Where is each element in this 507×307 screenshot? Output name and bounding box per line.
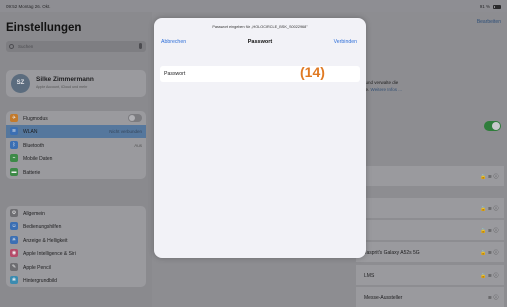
sidebar-item-anzeige[interactable]: ☀ Anzeige & Helligkeit bbox=[6, 233, 146, 247]
accessibility-icon: ☺ bbox=[10, 222, 18, 231]
step-annotation: (14) bbox=[300, 64, 325, 80]
sidebar-item-value: Nicht verbunden bbox=[109, 129, 142, 134]
network-row[interactable]: LMS 🔒≋ⓘ bbox=[356, 265, 504, 285]
connect-button[interactable]: Verbinden bbox=[334, 39, 357, 45]
sidebar-item-label: Allgemein bbox=[23, 210, 45, 217]
sidebar-item-bluetooth[interactable]: ᛒ Bluetooth Aus bbox=[6, 138, 146, 152]
lock-icon: 🔒 bbox=[480, 227, 488, 234]
antenna-icon: ⌁ bbox=[10, 154, 18, 163]
lock-icon: 🔒 bbox=[480, 249, 488, 256]
microphone-icon[interactable] bbox=[139, 43, 142, 49]
sidebar-item-batterie[interactable]: ▬ Batterie bbox=[6, 165, 146, 179]
network-name: Messe-Aussteller bbox=[364, 294, 403, 301]
sidebar-item-label: Apple Pencil bbox=[23, 264, 51, 271]
info-icon[interactable]: ⓘ bbox=[493, 249, 500, 256]
profile-card[interactable]: SZ Silke Zimmermann Apple Account, iClou… bbox=[6, 70, 146, 97]
status-right: 91 % bbox=[480, 4, 501, 9]
gear-icon: ⚙ bbox=[10, 208, 18, 217]
network-icons: 🔒≋ⓘ bbox=[480, 227, 500, 234]
network-row[interactable]: 🔒≋ⓘ bbox=[356, 220, 504, 240]
network-icons: ≋ⓘ bbox=[488, 294, 500, 301]
sidebar-item-label: Bedienungshilfen bbox=[23, 224, 62, 230]
sidebar-item-label: Mobile Daten bbox=[23, 156, 53, 162]
airplane-icon: ✈ bbox=[10, 113, 18, 122]
sidebar-item-label: Hintergrundbild bbox=[23, 278, 57, 284]
search-icon bbox=[9, 43, 14, 49]
sidebar-item-hintergrundbild[interactable]: ❀ Hintergrundbild bbox=[6, 274, 146, 288]
siri-icon: ◉ bbox=[10, 249, 18, 258]
sidebar-title: Einstellungen bbox=[6, 22, 82, 34]
sidebar-item-flugmodus[interactable]: ✈ Flugmodus bbox=[6, 111, 146, 125]
battery-icon bbox=[493, 4, 501, 9]
network-row[interactable]: 🔒≋ⓘ bbox=[356, 198, 504, 218]
info-icon[interactable]: ⓘ bbox=[493, 173, 500, 180]
search-input[interactable]: Suchen bbox=[6, 41, 146, 52]
network-icons: 🔒≋ⓘ bbox=[480, 173, 500, 180]
edit-button[interactable]: Bearbeiten bbox=[477, 19, 501, 25]
sidebar-item-wlan[interactable]: ≋ WLAN Nicht verbunden bbox=[6, 124, 146, 138]
lock-icon: 🔒 bbox=[480, 272, 488, 279]
info-icon[interactable]: ⓘ bbox=[493, 227, 500, 234]
wlan-toggle[interactable] bbox=[484, 121, 501, 131]
sidebar-item-apple-pencil[interactable]: ✎ Apple Pencil bbox=[6, 260, 146, 274]
password-label: Passwort bbox=[164, 71, 186, 77]
battery-percent: 91 % bbox=[479, 4, 490, 9]
sidebar-item-label: Bluetooth bbox=[23, 142, 45, 149]
sidebar-item-label: WLAN bbox=[23, 129, 38, 135]
sidebar-item-value: Aus bbox=[134, 142, 142, 148]
network-name: LMS bbox=[364, 272, 375, 279]
password-input[interactable] bbox=[200, 68, 300, 80]
ipad-screen: 09:52 Montag 26. Okt. 91 % Einstellungen… bbox=[0, 0, 507, 307]
sidebar-item-label: Batterie bbox=[23, 169, 41, 176]
sidebar-group-general: ⚙ Allgemein ☺ Bedienungshilfen ☀ Anzeige… bbox=[6, 206, 146, 287]
avatar: SZ bbox=[11, 74, 30, 93]
wifi-icon: ≋ bbox=[10, 127, 18, 136]
network-icons: 🔒≋ⓘ bbox=[480, 249, 500, 256]
pencil-icon: ✎ bbox=[10, 262, 18, 271]
profile-subtitle: Apple Account, iCloud und mehr bbox=[36, 85, 88, 89]
info-icon[interactable]: ⓘ bbox=[493, 294, 500, 301]
sidebar-group-connectivity: ✈ Flugmodus ≋ WLAN Nicht verbunden ᛒ Blu… bbox=[6, 111, 146, 179]
status-time: 09:52 Montag 26. Okt. bbox=[6, 4, 51, 9]
lock-icon: 🔒 bbox=[480, 205, 488, 212]
dialog-prompt: Passwort eingeben für „HOLOCIRCLE_BSK_S0… bbox=[212, 25, 308, 29]
status-bar: 09:52 Montag 26. Okt. 91 % bbox=[0, 0, 507, 12]
sidebar-item-mobile-daten[interactable]: ⌁ Mobile Daten bbox=[6, 152, 146, 166]
sidebar-item-label: Flugmodus bbox=[23, 115, 48, 122]
sidebar-item-apple-intelligence[interactable]: ◉ Apple Intelligence & Siri bbox=[6, 247, 146, 261]
info-icon[interactable]: ⓘ bbox=[493, 272, 500, 279]
sun-icon: ☀ bbox=[10, 235, 18, 244]
network-name: Jasprit's Galaxy A52s 5G bbox=[364, 249, 420, 256]
password-field-row: Passwort bbox=[160, 66, 360, 82]
sidebar-item-label: Apple Intelligence & Siri bbox=[23, 251, 76, 257]
lock-icon: 🔒 bbox=[480, 173, 488, 180]
password-dialog: Passwort eingeben für „HOLOCIRCLE_BSK_S0… bbox=[154, 18, 366, 258]
sidebar-item-allgemein[interactable]: ⚙ Allgemein bbox=[6, 206, 146, 220]
network-row[interactable]: 🔒≋ⓘ bbox=[356, 166, 504, 186]
sidebar-item-bedienungshilfen[interactable]: ☺ Bedienungshilfen bbox=[6, 220, 146, 234]
network-row[interactable]: Messe-Aussteller ≋ⓘ bbox=[356, 287, 504, 307]
more-info-link[interactable]: Weitere Infos ... bbox=[371, 87, 402, 92]
network-icons: 🔒≋ⓘ bbox=[480, 272, 500, 279]
wlan-toggle-row bbox=[356, 119, 504, 132]
profile-name: Silke Zimmermann bbox=[36, 76, 94, 83]
cancel-button[interactable]: Abbrechen bbox=[161, 39, 186, 45]
bluetooth-icon: ᛒ bbox=[10, 140, 18, 149]
network-icons: 🔒≋ⓘ bbox=[480, 205, 500, 212]
search-placeholder: Suchen bbox=[18, 44, 34, 49]
info-icon[interactable]: ⓘ bbox=[493, 205, 500, 212]
flugmodus-toggle[interactable] bbox=[128, 114, 142, 122]
network-row[interactable]: Jasprit's Galaxy A52s 5G 🔒≋ⓘ bbox=[356, 242, 504, 262]
battery-icon: ▬ bbox=[10, 167, 18, 176]
sidebar-item-label: Anzeige & Helligkeit bbox=[23, 237, 68, 244]
wallpaper-icon: ❀ bbox=[10, 276, 18, 285]
